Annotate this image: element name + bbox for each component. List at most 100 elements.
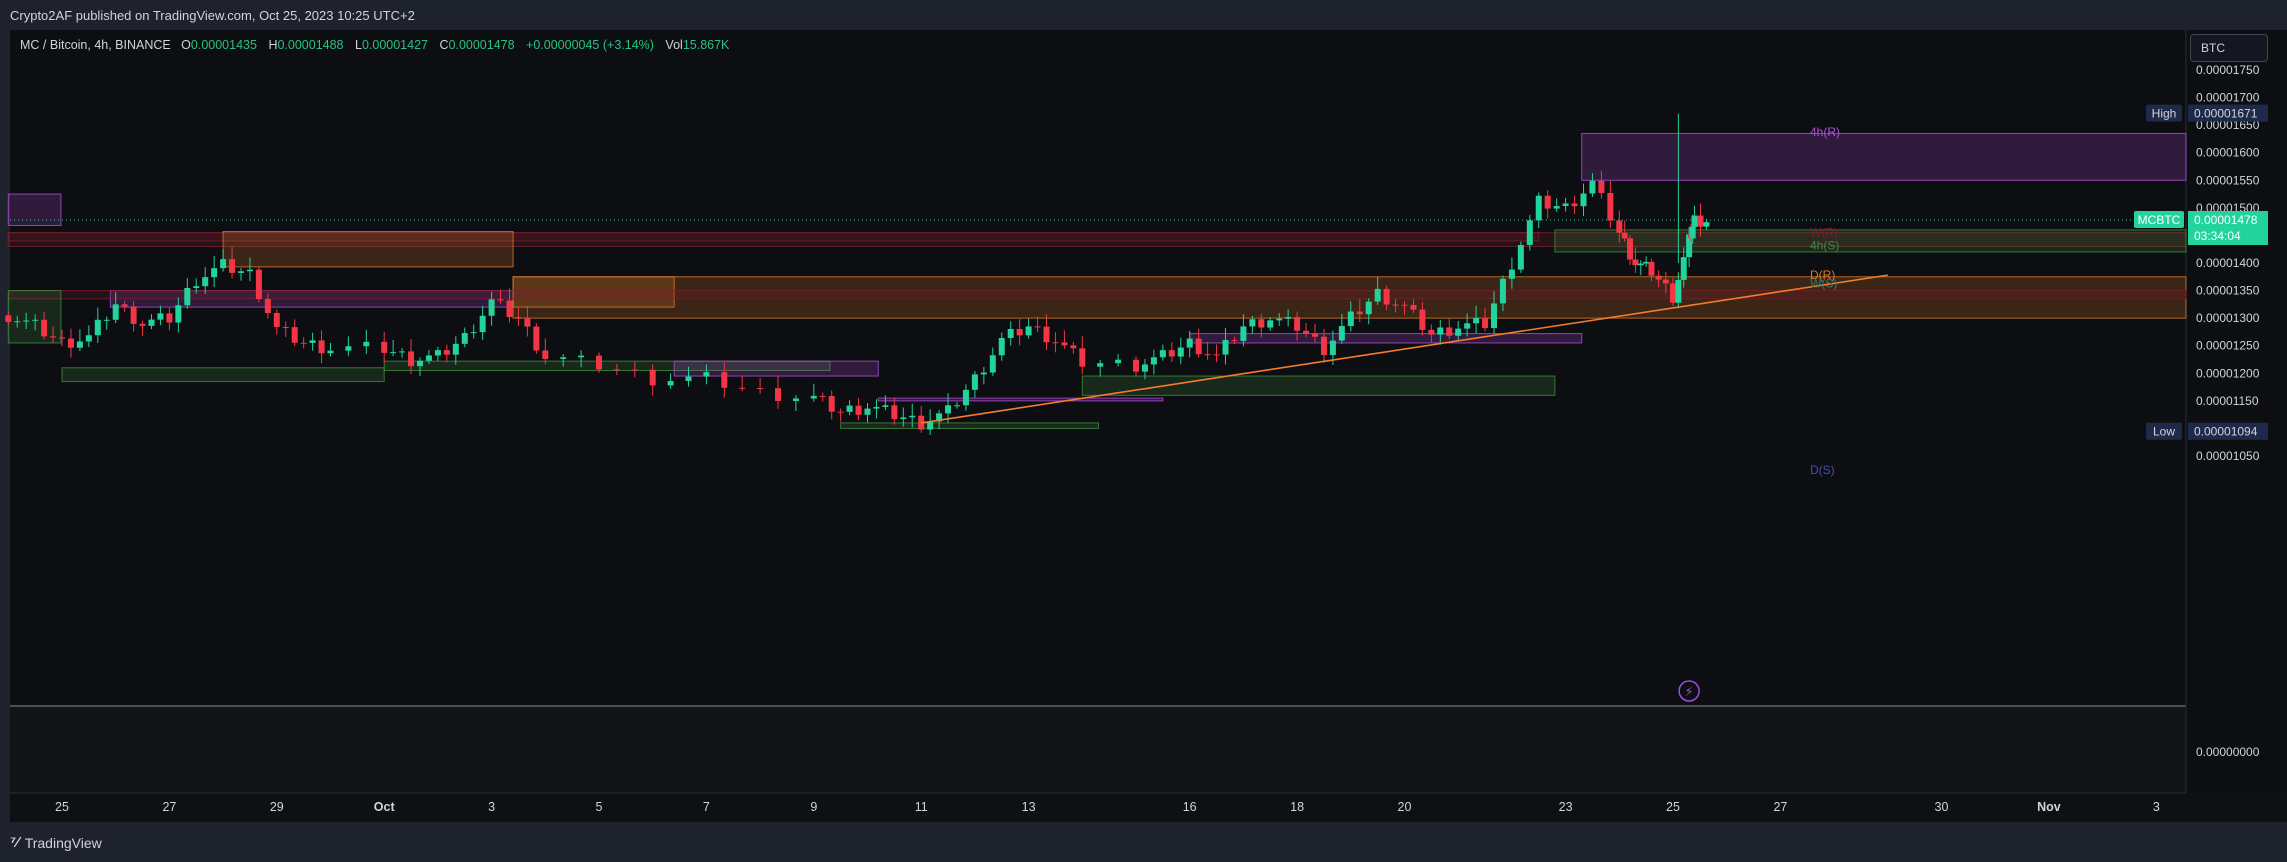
candle-body [1213,354,1220,356]
candle-body [1240,326,1247,341]
candle-body [67,338,74,348]
candlestick-chart[interactable]: 4h(R)W(R)4h(S)D(R)W(S)D(S)0.000017500.00… [0,0,2287,862]
brand[interactable]: ⁷⁄ TradingView [10,834,102,851]
candle-body [408,351,415,367]
candle-body [1482,317,1489,329]
candle-body [1517,244,1524,270]
candle-body [184,287,191,306]
candle-body [998,337,1005,356]
candle-body [1697,215,1704,227]
candle-body [1159,350,1166,358]
candle-body [112,304,119,320]
candle-body [41,319,48,337]
candle-body [1410,304,1417,310]
candle-body [1499,278,1506,304]
candle-body [962,389,969,406]
candle-body [497,299,504,301]
price-axis [2186,30,2287,793]
candle-body [1222,340,1229,355]
candle-body [130,306,137,324]
zone-purple-thin [877,397,1164,402]
candle-body [1632,259,1639,266]
candle-body [1320,336,1327,356]
volume-label: Vol [665,38,683,52]
change-value: +0.00000045 (+3.14%) [526,38,654,52]
candle-body [533,326,540,351]
candle-body [1338,326,1345,341]
candle-body [1526,220,1533,245]
candle-body [819,395,826,397]
high-tag-label: High [2152,107,2177,121]
candle-body [479,315,486,333]
candle-body [846,405,853,412]
candle-body [515,317,522,319]
candle-body [291,327,298,343]
candle-body [273,312,280,327]
candle-body [1437,327,1444,335]
zone-purple-right [1189,333,1583,344]
candle-body [121,304,128,307]
candle-body [229,259,236,273]
candle-body [578,355,585,358]
price-tick-label: 0.00001350 [2196,284,2260,298]
candle-body [1553,206,1560,209]
candle-body [1043,326,1050,343]
candle-body [1133,359,1139,372]
candle-body [139,323,146,326]
low-value: 0.00001094 [2194,425,2258,439]
zone-green-bottom [840,422,1099,429]
candle-body [1464,323,1471,329]
time-tick-label: 3 [2153,800,2160,814]
currency-badge[interactable]: BTC [2190,34,2268,62]
candle-body [1258,319,1265,328]
candle-body [193,286,200,288]
candle-body [1249,319,1256,327]
symbol-title[interactable]: MC / Bitcoin, 4h, BINANCE [20,38,171,52]
candle-body [220,259,227,269]
candle-body [1703,222,1710,227]
candle-body [1473,317,1480,324]
candle-body [1607,192,1614,221]
candle-body [1455,328,1462,336]
candle-body [488,299,495,316]
candle-body [667,381,674,386]
time-tick-label: 27 [162,800,176,814]
candle-body [1186,338,1193,348]
time-tick-label: Nov [2037,800,2061,814]
candle-body [989,355,996,373]
candle-body [1204,354,1211,356]
candle-body [1580,193,1587,207]
time-tick-label: 3 [488,800,495,814]
price-tick-label: 0.00001150 [2196,394,2259,408]
candle-body [238,271,244,273]
candle-body [148,319,155,326]
candle-body [1662,279,1669,284]
close-value: 0.00001478 [448,38,515,52]
candle-body [739,387,746,389]
time-tick-label: 11 [915,800,928,814]
candle-body [461,333,468,344]
price-tick-label: 0.00001700 [2196,91,2260,105]
footer-bar: ⁷⁄ TradingView [0,822,2287,862]
candle-body [85,335,92,342]
candle-body [390,352,397,354]
candle-body [1643,261,1650,264]
candle-body [1621,232,1628,239]
candle-body [1535,195,1542,221]
candle-body [1392,304,1399,306]
candle-body [434,350,441,356]
high-value: 0.00001671 [2194,107,2258,121]
high-value: 0.00001488 [277,38,344,52]
candle-body [828,396,835,412]
candle-body [399,351,406,353]
candle-body [1007,328,1014,338]
candle-body [5,315,12,323]
time-tick-label: 7 [703,800,710,814]
time-tick-label: 20 [1398,800,1412,814]
candle-body [1168,350,1175,357]
time-tick-label: 5 [596,800,603,814]
close-label: C [439,38,449,52]
candle-body [1052,342,1059,344]
candle-body [596,355,602,370]
candle-body [211,268,218,278]
